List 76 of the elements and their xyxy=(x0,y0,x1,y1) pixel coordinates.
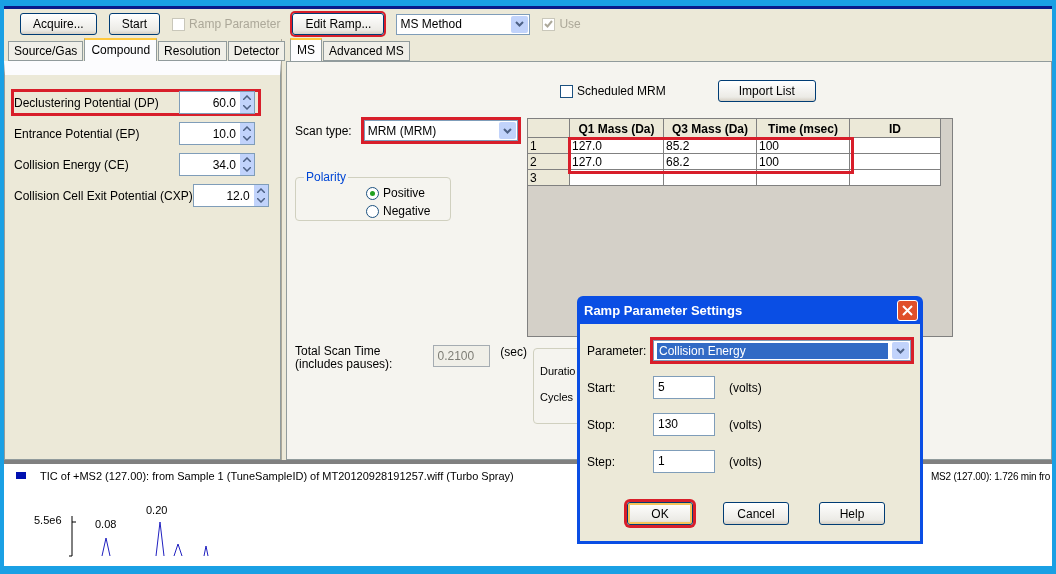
spin-up-icon[interactable] xyxy=(243,156,251,162)
spin-down-icon[interactable] xyxy=(243,167,251,173)
spin-field[interactable]: 60.0 xyxy=(179,91,255,114)
unit-label: (volts) xyxy=(729,454,762,469)
param-label: Entrance Potential (EP) xyxy=(14,126,140,141)
toolbar-button[interactable]: Start xyxy=(108,13,161,35)
row-number: 2 xyxy=(528,154,570,170)
checkbox-label: Ramp Parameter xyxy=(189,17,281,31)
caret-icon xyxy=(896,347,905,354)
check-icon xyxy=(544,20,554,28)
chart-title: TIC of +MS2 (127.00): from Sample 1 (TuneSampleID) of MT20120928191257.wiff (Turbo Spray) xyxy=(40,470,514,482)
total-scan-time-label: Total Scan Time (includes pauses): xyxy=(295,345,393,371)
group-label: Duratio xyxy=(540,365,577,377)
peak-label: 0.20 xyxy=(146,504,168,516)
param-label: Declustering Potential (DP) xyxy=(14,95,159,110)
checkbox-label: Scheduled MRM xyxy=(577,84,666,98)
tab[interactable]: Resolution xyxy=(158,41,227,61)
spin-up-icon[interactable] xyxy=(256,187,265,193)
spin-down-icon[interactable] xyxy=(256,198,265,204)
group-title: Polarity xyxy=(304,170,348,184)
dialog-button[interactable]: Cancel xyxy=(723,502,789,525)
group-label: Cycles xyxy=(540,391,574,403)
scan-type-select[interactable]: MRM (MRM) xyxy=(363,120,518,141)
legend-swatch xyxy=(16,472,26,479)
parameter-label: Parameter: xyxy=(587,343,648,358)
dialog-button[interactable]: Help xyxy=(819,502,885,525)
import-list-button[interactable]: Import List xyxy=(717,80,816,102)
dialog-title: Ramp Parameter Settings xyxy=(584,302,743,318)
param-label: Collision Cell Exit Potential (CXP) xyxy=(14,188,193,203)
axis-tick-label: 5.5e6 xyxy=(34,514,62,526)
parameter-select[interactable]: Collision Energy xyxy=(653,340,911,361)
radio-label: Negative xyxy=(383,204,431,218)
field-label: Step: xyxy=(587,454,617,469)
field-label: Start: xyxy=(587,380,617,395)
close-icon xyxy=(902,304,913,316)
scan-type-label: Scan type: xyxy=(295,123,352,138)
spin-up-icon[interactable] xyxy=(243,94,251,100)
row-number: 1 xyxy=(528,138,570,154)
checkbox[interactable] xyxy=(560,84,573,98)
spin-down-icon[interactable] xyxy=(243,136,251,142)
input-field[interactable]: 5 xyxy=(653,376,715,399)
close-button[interactable] xyxy=(897,299,918,321)
dialog-button[interactable]: OK xyxy=(627,502,693,525)
field-label: Stop: xyxy=(587,417,617,432)
column-header: ID xyxy=(850,119,941,138)
table-cell: 100 xyxy=(757,154,850,170)
radio-label: Positive xyxy=(383,186,426,200)
input-field[interactable]: 130 xyxy=(653,413,715,436)
table-cell: 127.0 xyxy=(570,154,664,170)
spin-up-icon[interactable] xyxy=(243,125,251,131)
spin-down-icon[interactable] xyxy=(243,105,251,111)
row-number: 3 xyxy=(528,170,570,186)
unit-label: (volts) xyxy=(729,380,762,395)
chart-title: MS2 (127.00): 1.726 min fro xyxy=(930,471,1050,482)
peak-label: 0.08 xyxy=(95,518,117,530)
unit-label: (sec) xyxy=(500,345,527,359)
input-field[interactable]: 1 xyxy=(653,450,715,473)
tab[interactable]: Source/Gas xyxy=(8,41,84,61)
spin-field[interactable]: 34.0 xyxy=(179,153,255,176)
table-cell: 68.2 xyxy=(664,154,757,170)
tab[interactable]: MS xyxy=(290,38,322,61)
unit-label: (volts) xyxy=(729,417,762,432)
method-select[interactable]: MS Method xyxy=(396,13,531,35)
caret-icon xyxy=(515,21,525,27)
spin-field[interactable]: 10.0 xyxy=(179,122,255,145)
radio-button[interactable] xyxy=(366,186,379,200)
caret-icon xyxy=(502,127,512,134)
param-label: Collision Energy (CE) xyxy=(14,157,129,172)
tab[interactable]: Detector xyxy=(227,41,286,61)
checkbox-label: Use xyxy=(559,17,581,31)
spin-field[interactable]: 12.0 xyxy=(192,184,269,207)
toolbar-button[interactable]: Acquire... xyxy=(20,13,97,35)
radio-button[interactable] xyxy=(366,204,379,218)
tab[interactable]: Compound xyxy=(84,38,158,61)
tab[interactable]: Advanced MS xyxy=(323,41,410,61)
toolbar-button[interactable]: Edit Ramp... xyxy=(292,13,385,35)
